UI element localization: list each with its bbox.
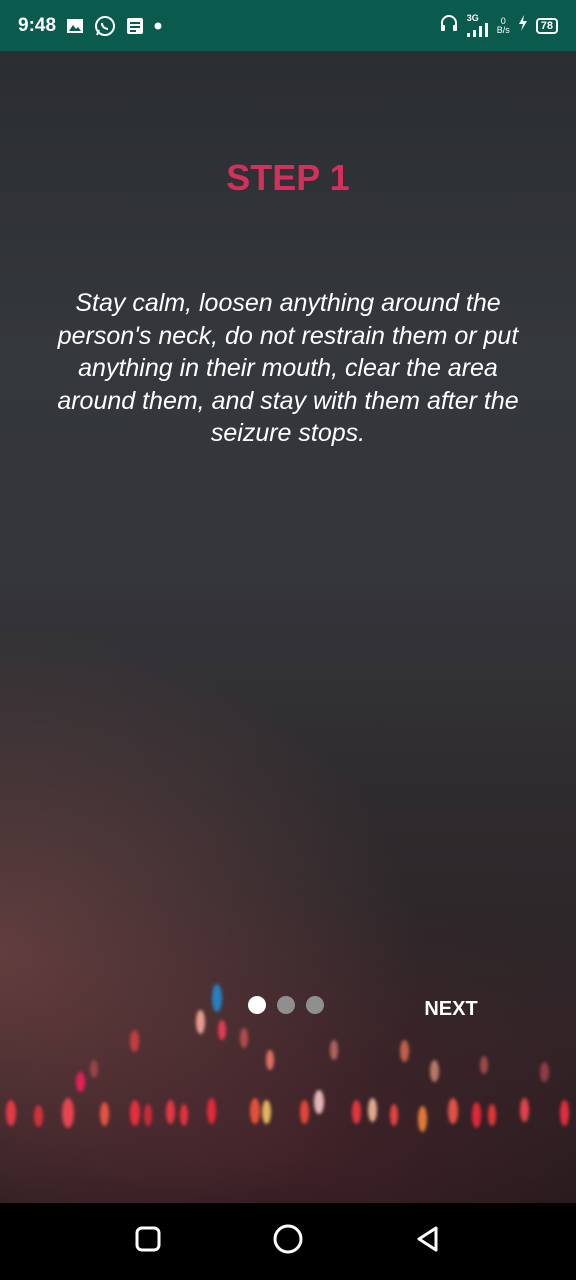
charging-icon	[518, 15, 528, 36]
recents-button[interactable]	[88, 1203, 208, 1280]
navigation-bar	[0, 1203, 576, 1280]
page-dot-3[interactable]	[306, 996, 324, 1014]
bokeh-light	[6, 1100, 16, 1126]
bokeh-light	[480, 1056, 488, 1074]
bokeh-light	[448, 1098, 458, 1124]
bokeh-light	[90, 1060, 98, 1078]
dot-icon	[154, 22, 162, 30]
bokeh-light	[196, 1010, 205, 1034]
status-bar: 9:48 3G 0 B/s 78	[0, 0, 576, 51]
bokeh-light	[166, 1100, 175, 1124]
step-title: STEP 1	[226, 157, 350, 198]
bokeh-light	[76, 1072, 85, 1092]
battery-level: 78	[540, 19, 553, 32]
next-button[interactable]: NEXT	[406, 995, 496, 1023]
step-description: Stay calm, loosen anything around the pe…	[57, 289, 519, 447]
bokeh-light	[180, 1104, 188, 1126]
bokeh-light	[430, 1060, 439, 1082]
back-button[interactable]	[368, 1203, 488, 1280]
image-icon	[66, 18, 84, 34]
bokeh-light	[540, 1062, 549, 1082]
bokeh-light	[300, 1100, 309, 1124]
bokeh-light	[34, 1105, 43, 1127]
recents-icon	[134, 1225, 162, 1258]
page-dot-1[interactable]	[248, 996, 266, 1014]
bokeh-light	[262, 1100, 271, 1124]
home-icon	[272, 1223, 304, 1260]
bokeh-light	[488, 1104, 496, 1126]
bokeh-light	[330, 1040, 338, 1060]
bokeh-light	[314, 1090, 324, 1114]
battery-icon: 78	[535, 17, 558, 34]
bokeh-light	[560, 1100, 569, 1126]
back-icon	[414, 1225, 442, 1258]
net-speed: 0 B/s	[496, 16, 510, 35]
onboarding-screen: STEP 1 Stay calm, loosen anything around…	[0, 51, 576, 1203]
bokeh-light	[212, 984, 222, 1012]
whatsapp-icon	[94, 15, 116, 37]
bokeh-light	[418, 1106, 427, 1132]
home-button[interactable]	[228, 1203, 348, 1280]
bokeh-light	[400, 1040, 409, 1062]
headphones-icon	[439, 13, 459, 38]
signal-icon: 3G	[466, 13, 489, 37]
status-right-group: 3G 0 B/s 78	[439, 13, 558, 38]
bokeh-light	[390, 1104, 398, 1126]
bokeh-light	[250, 1098, 260, 1124]
bokeh-light	[144, 1104, 152, 1126]
page-indicator	[248, 996, 324, 1014]
bokeh-light	[352, 1100, 361, 1124]
bokeh-light	[266, 1050, 274, 1070]
bokeh-light	[368, 1098, 377, 1122]
bokeh-light	[130, 1100, 140, 1126]
bokeh-light	[62, 1098, 74, 1128]
notes-icon	[126, 17, 144, 35]
bokeh-light	[240, 1028, 248, 1048]
bokeh-light	[218, 1020, 226, 1040]
bokeh-light	[130, 1030, 139, 1052]
page-dot-2[interactable]	[277, 996, 295, 1014]
status-time: 9:48	[18, 14, 57, 36]
bokeh-light	[520, 1098, 529, 1122]
network-type: 3G	[466, 13, 479, 23]
net-speed-unit: B/s	[496, 24, 510, 35]
bokeh-background	[0, 51, 576, 1203]
bokeh-light	[472, 1102, 481, 1128]
bokeh-light	[100, 1102, 109, 1126]
bokeh-light	[207, 1098, 216, 1124]
